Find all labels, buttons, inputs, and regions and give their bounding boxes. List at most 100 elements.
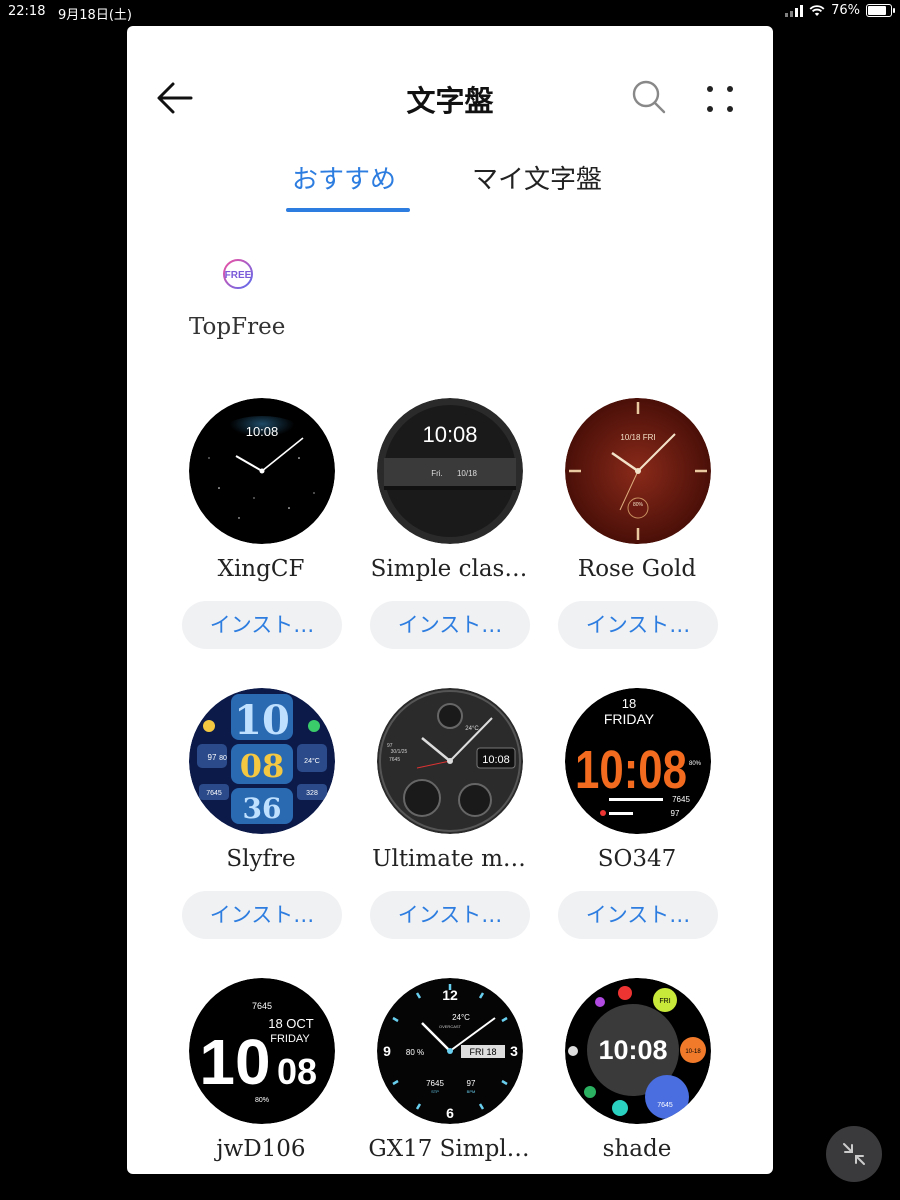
face-n3: 3 [510,1043,518,1059]
face-day: Fri. [431,469,443,478]
watch-face-thumbnail[interactable]: FRI 10:08 10-18 7645 [565,978,711,1124]
face-battery: 80% [255,1097,269,1104]
watch-face-thumbnail[interactable]: 24°C 10:08 30/1/25 97 7645 [377,688,523,834]
status-right: 76% [785,3,895,18]
collapse-button[interactable] [826,1126,882,1182]
face-heart: 97 [467,1079,476,1088]
battery-icon [866,4,895,17]
install-button[interactable]: インスト… [558,601,718,649]
install-button[interactable]: インスト… [182,891,342,939]
watch-face-item[interactable]: 10:08 Fri. 10/18 Simple clas… インスト… [355,398,543,658]
face-steps: 7645 [672,795,690,804]
watch-face-item[interactable]: FRI 10:08 10-18 7645 shade [543,978,731,1174]
tab-recommended[interactable]: おすすめ [292,159,396,196]
watch-face-item[interactable]: 24°C 10:08 30/1/25 97 7645 Ultimate m… イ… [355,688,543,948]
face-time: 10:08 [482,754,510,766]
face-time: 10:08 [598,1035,667,1065]
face-date: 10/18 [457,469,478,478]
watch-face-thumbnail[interactable]: 10 08 36 97 80 7645 24°C 328 [189,688,335,834]
face-temp: 24°C [304,757,320,765]
watch-face-thumbnail[interactable]: 7645 10 18 OCT FRIDAY 08 80% [189,978,335,1124]
face-steps: 7645 [426,1079,444,1088]
face-battery: 80% [689,761,702,767]
watch-face-name: XingCF [217,556,305,582]
watch-face-name: Rose Gold [577,556,697,582]
watch-face-name: Slyfre [226,846,296,872]
face-time: 10:08 [246,424,279,439]
wifi-icon [809,4,825,16]
watch-face-name: SO347 [597,846,677,872]
face-steps: 7645 [389,757,400,763]
watch-face-item[interactable]: 10:08 XingCF インスト… [167,398,355,658]
face-n9: 9 [383,1043,391,1059]
watch-face-panel: 文字盤 おすすめ マイ文字盤 FREE TopFree 10:08 XingCF… [127,26,773,1174]
watch-face-name: Simple clas… [370,556,528,582]
watch-face-item[interactable]: 18 FRIDAY 10:08 80% 7645 97 SO347 インスト… [543,688,731,948]
signal-icon [785,4,804,17]
install-button[interactable]: インスト… [558,891,718,939]
face-battery: 80 % [406,1048,424,1057]
face-date: 10-18 [685,1049,701,1055]
face-heart-label: BPM [467,1089,476,1094]
watch-face-item[interactable]: 10 08 36 97 80 7645 24°C 328 Slyfre インスト… [167,688,355,948]
watch-face-name: jwD106 [216,1136,306,1162]
watch-face-thumbnail[interactable]: 10:08 [189,398,335,544]
search-icon[interactable] [630,78,668,118]
face-heart: 97 [387,743,393,749]
collapse-arrows-icon [843,1143,865,1165]
watch-face-name: GX17 Simpl… [368,1136,530,1162]
face-minute: 08 [277,1051,317,1092]
face-date: 30/1/25 [391,749,408,755]
install-button[interactable]: インスト… [182,601,342,649]
install-button[interactable]: インスト… [370,601,530,649]
install-button[interactable]: インスト… [370,891,530,939]
watch-face-name: Ultimate m… [372,846,526,872]
watch-face-item[interactable]: 7645 10 18 OCT FRIDAY 08 80% jwD106 [167,978,355,1174]
category-label: TopFree [189,314,286,340]
face-date: FRI 18 [469,1047,496,1057]
face-temp: 24°C [465,726,479,732]
face-day: FRI [659,998,670,1005]
status-time: 22:18 [8,4,46,19]
face-hour: 10 [234,697,290,744]
face-date: 18 OCT [268,1016,314,1031]
face-weather: OVERCAST [439,1024,462,1029]
watch-face-name: shade [602,1136,672,1162]
tab-indicator [286,208,410,212]
face-cal: 328 [306,790,318,797]
face-steps-label: STP [431,1089,439,1094]
watch-face-thumbnail[interactable]: 10/18 FRI 80% [565,398,711,544]
status-bar: 22:18 9月18日(土) 76% [0,0,900,24]
face-n6: 6 [446,1105,454,1121]
face-minute: 08 [240,747,285,785]
watch-face-thumbnail[interactable]: 12 3 6 9 24°C OVERCAST 80 % FRI 18 7645 … [377,978,523,1124]
face-battery: 80% [633,502,644,508]
face-steps: 7645 [206,790,222,797]
watch-face-item[interactable]: 12 3 6 9 24°C OVERCAST 80 % FRI 18 7645 … [355,978,543,1174]
face-time: 10:08 [575,740,687,800]
tab-my-faces[interactable]: マイ文字盤 [472,159,602,196]
face-steps: 7645 [657,1102,673,1109]
header: 文字盤 [127,26,773,166]
tab-bar: おすすめ マイ文字盤 [127,156,773,216]
face-second: 36 [243,792,282,825]
battery-percent: 76% [831,3,860,18]
page-title: 文字盤 [406,84,494,118]
svg-text:10/18 FRI: 10/18 FRI [620,433,655,442]
face-day: FRI [643,433,656,442]
face-temp: 24°C [452,1013,470,1022]
status-date: 9月18日(土) [58,8,132,23]
face-battery: 80 [219,755,227,762]
face-day: FRIDAY [270,1033,310,1045]
face-date: 18 [622,696,636,711]
watch-face-thumbnail[interactable]: 10:08 Fri. 10/18 [377,398,523,544]
more-dots-icon[interactable] [702,81,738,117]
face-hour: 10 [199,1026,270,1098]
face-day: FRIDAY [604,711,655,727]
watch-face-thumbnail[interactable]: 18 FRIDAY 10:08 80% 7645 97 [565,688,711,834]
face-time: 10:08 [422,422,477,447]
free-badge-text: FREE [225,270,252,281]
watch-face-item[interactable]: 10/18 FRI 80% Rose Gold インスト… [543,398,731,658]
face-date: 10/18 [620,433,641,442]
face-steps: 7645 [252,1001,272,1011]
